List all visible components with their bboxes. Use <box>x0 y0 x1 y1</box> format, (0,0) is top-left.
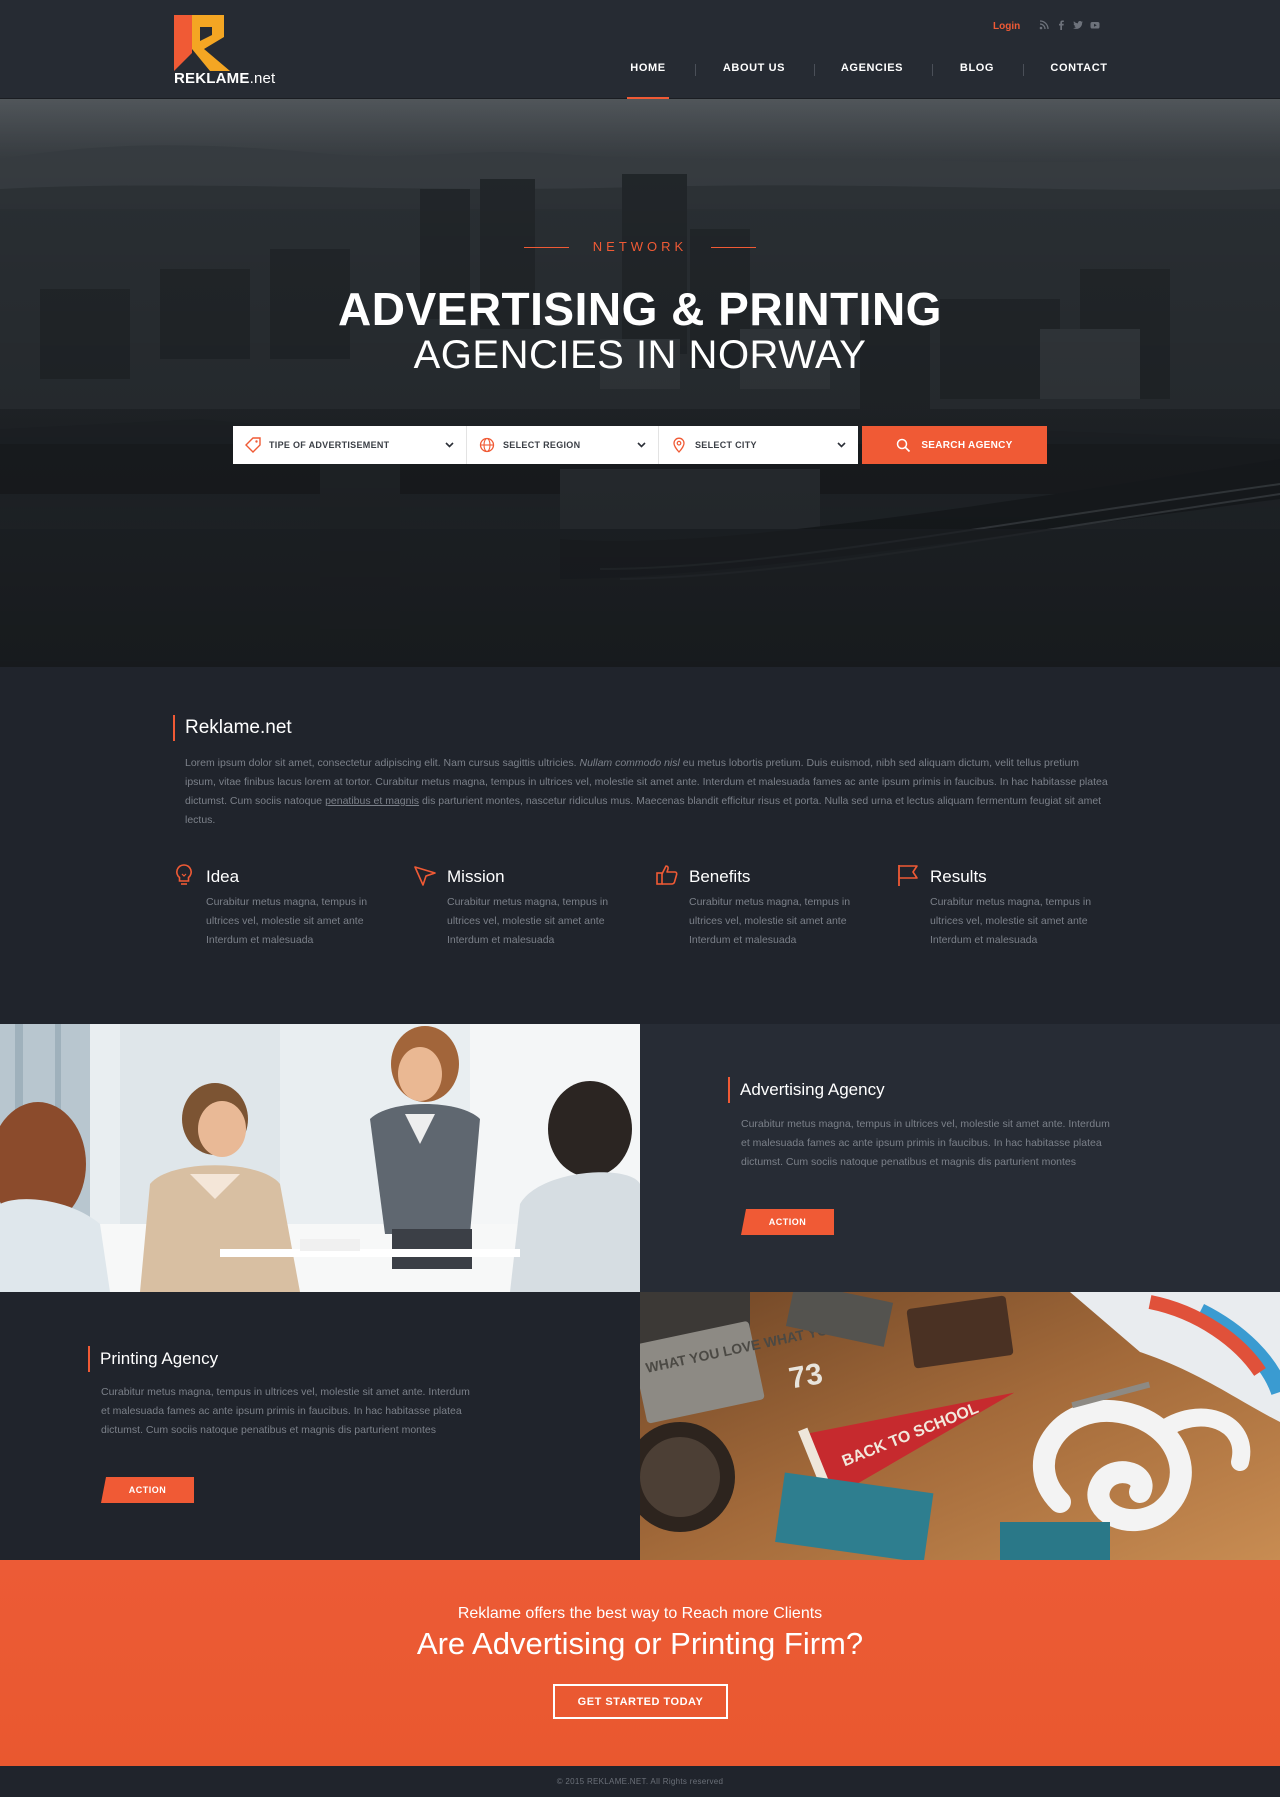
city-select[interactable]: SELECT CITY <box>659 426 858 464</box>
about-text-emphasis: Nullam commodo nisl <box>579 757 680 769</box>
feature-title: Results <box>930 867 987 886</box>
hero-subtitle: AGENCIES IN NORWAY <box>413 333 867 377</box>
city-label: SELECT CITY <box>695 440 757 450</box>
printing-agency-section: Printing Agency Curabitur metus magna, t… <box>0 1292 640 1560</box>
lightbulb-icon <box>176 864 192 885</box>
about-text-link[interactable]: penatibus et magnis <box>325 795 419 807</box>
feature-text: Curabitur metus magna, tempus in ultrice… <box>689 896 851 946</box>
printing-action-button[interactable]: ACTION <box>101 1477 194 1503</box>
map-pin-icon <box>673 437 685 453</box>
logo-text: REKLAME.net <box>174 70 276 87</box>
nav-active-indicator <box>627 97 669 99</box>
feature-text: Curabitur metus magna, tempus in ultrice… <box>447 896 609 946</box>
advertisement-type-select[interactable]: TIPE OF ADVERTISEMENT <box>233 426 467 464</box>
logo[interactable]: REKLAME.net <box>172 15 276 87</box>
twitter-icon[interactable] <box>1073 20 1083 30</box>
youtube-icon[interactable] <box>1090 20 1100 30</box>
nav-divider <box>695 64 696 76</box>
get-started-button[interactable]: GET STARTED TODAY <box>553 1684 728 1719</box>
city-skyline-background <box>0 99 1280 667</box>
feature-text: Curabitur metus magna, tempus in ultrice… <box>206 896 368 946</box>
business-meeting-photo <box>0 1024 640 1292</box>
hero-eyebrow: NETWORK <box>0 239 1280 254</box>
cta-section: Reklame offers the best way to Reach mor… <box>0 1560 1280 1766</box>
search-icon <box>897 438 911 452</box>
about-title: Reklame.net <box>173 715 292 741</box>
nav-agencies[interactable]: AGENCIES <box>841 62 903 74</box>
nav-home[interactable]: HOME <box>630 62 665 74</box>
thumbs-up-icon <box>656 865 678 885</box>
printing-objects-illustration: WHAT YOU LOVE WHAT YOU DO 73 BACK TO SCH… <box>640 1292 1280 1560</box>
facebook-icon[interactable] <box>1056 20 1066 30</box>
site-header: REKLAME.net Login HOME ABOUT US AGENCIES… <box>0 0 1280 99</box>
copyright-text: © 2015 REKLAME.NET. All Rights reserved <box>556 1777 724 1786</box>
cta-title: Are Advertising or Printing Firm? <box>416 1626 864 1661</box>
hero-title: ADVERTISING & PRINTING <box>338 283 942 335</box>
login-link[interactable]: Login <box>993 21 1020 32</box>
advertising-action-button[interactable]: ACTION <box>741 1209 834 1235</box>
business-meeting-illustration <box>0 1024 640 1292</box>
feature-title: Mission <box>447 867 505 886</box>
nav-blog[interactable]: BLOG <box>960 62 994 74</box>
chevron-down-icon <box>637 442 646 448</box>
social-links <box>1039 20 1100 30</box>
number-block: 73 <box>787 1357 826 1395</box>
chevron-down-icon <box>445 442 454 448</box>
nav-divider <box>1023 64 1024 76</box>
globe-icon <box>479 437 495 453</box>
search-agency-label: SEARCH AGENCY <box>921 439 1013 451</box>
nav-divider <box>814 64 815 76</box>
printing-agency-text: Curabitur metus magna, tempus in ultrice… <box>101 1386 470 1436</box>
region-select[interactable]: SELECT REGION <box>467 426 659 464</box>
feature-title: Benefits <box>689 867 751 886</box>
about-section: Reklame.net Lorem ipsum dolor sit amet, … <box>0 667 1280 1024</box>
region-label: SELECT REGION <box>503 440 581 450</box>
nav-about-us[interactable]: ABOUT US <box>723 62 785 74</box>
flag-icon <box>898 865 918 886</box>
paper-plane-icon <box>414 866 436 886</box>
nav-contact[interactable]: CONTACT <box>1050 62 1107 74</box>
rss-icon[interactable] <box>1039 20 1049 30</box>
tag-icon <box>245 437 261 453</box>
advertising-agency-section: Advertising Agency Curabitur metus magna… <box>640 1024 1280 1292</box>
printing-objects-photo: WHAT YOU LOVE WHAT YOU DO 73 BACK TO SCH… <box>640 1292 1280 1560</box>
search-agency-button[interactable]: SEARCH AGENCY <box>862 426 1047 464</box>
about-text: Lorem ipsum dolor sit amet, consectetur … <box>185 757 1108 826</box>
cta-subtitle: Reklame offers the best way to Reach mor… <box>457 1605 823 1622</box>
feature-title: Idea <box>206 867 240 886</box>
nav-divider <box>932 64 933 76</box>
agency-search-bar: TIPE OF ADVERTISEMENT SELECT REGION SELE… <box>233 426 1047 464</box>
site-footer: © 2015 REKLAME.NET. All Rights reserved <box>0 1766 1280 1797</box>
advertising-agency-title: Advertising Agency <box>728 1077 885 1103</box>
advertising-agency-text: Curabitur metus magna, tempus in ultrice… <box>741 1118 1110 1168</box>
chevron-down-icon <box>837 442 846 448</box>
advertisement-type-label: TIPE OF ADVERTISEMENT <box>269 440 390 450</box>
hero-section: NETWORK ADVERTISING & PRINTING AGENCIES … <box>0 99 1280 667</box>
printing-agency-title: Printing Agency <box>88 1346 218 1372</box>
logo-mark <box>174 15 230 71</box>
feature-text: Curabitur metus magna, tempus in ultrice… <box>930 896 1092 946</box>
